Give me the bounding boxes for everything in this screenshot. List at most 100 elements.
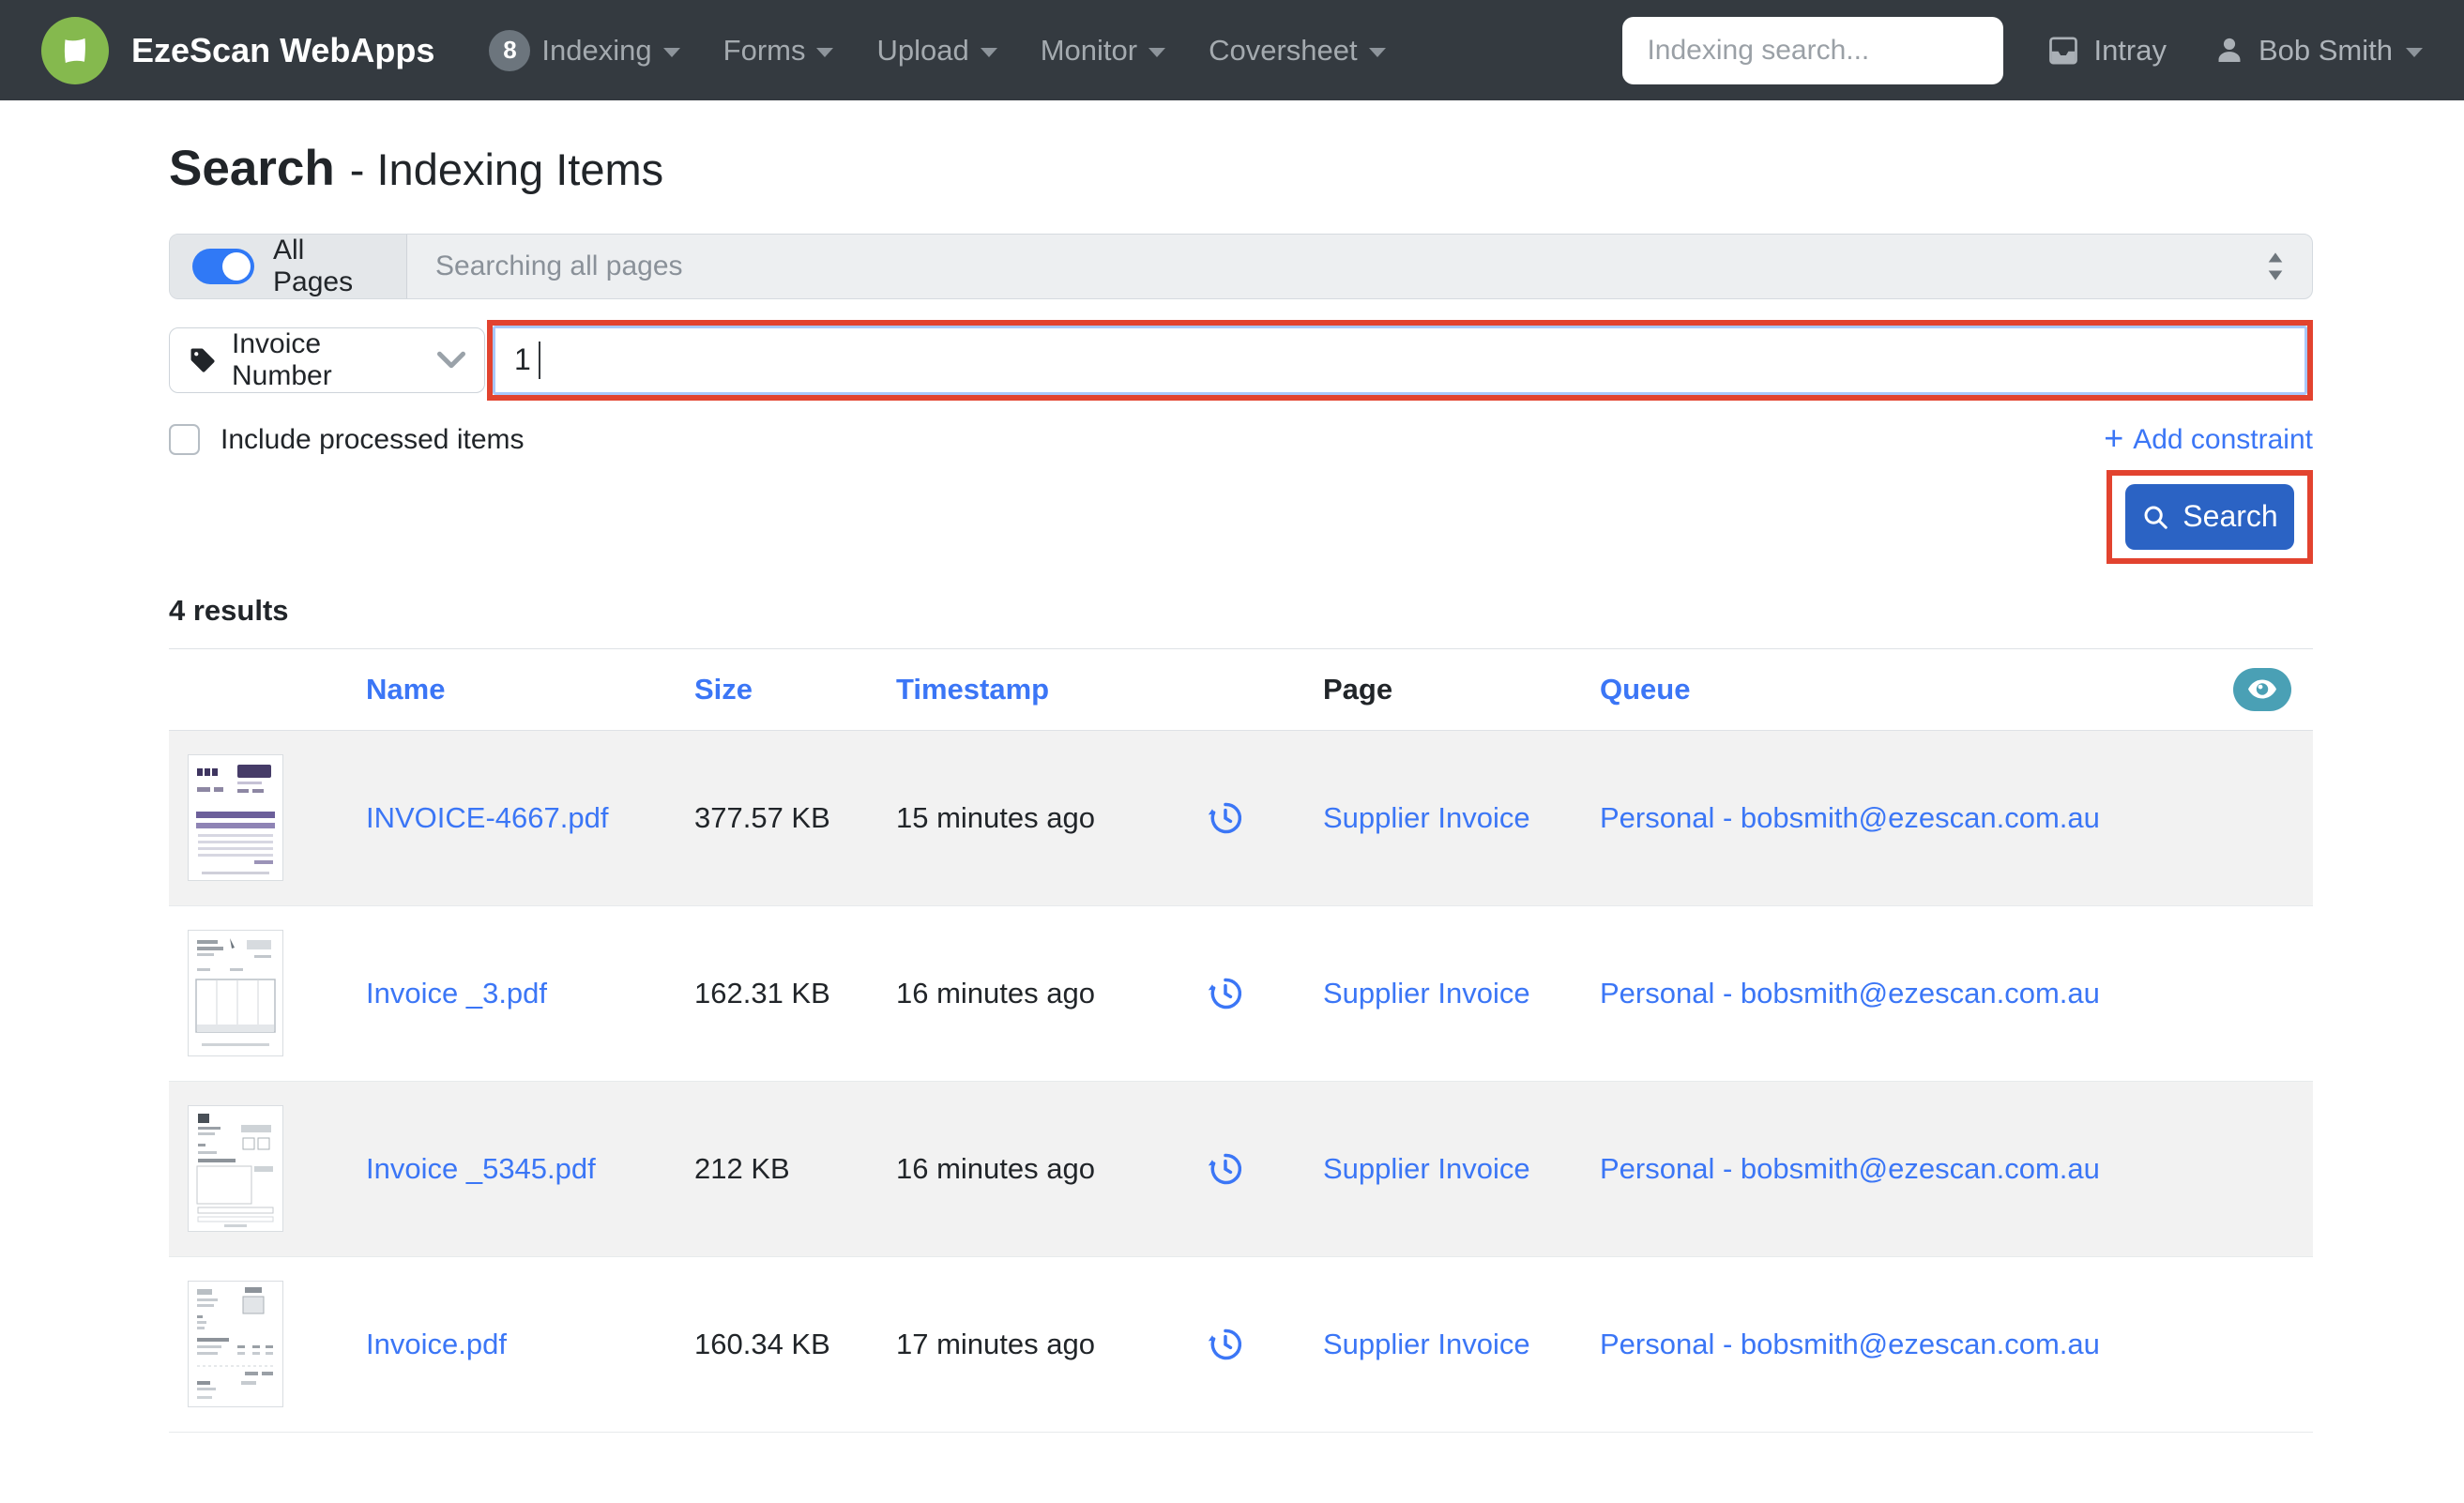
file-timestamp: 15 minutes ago xyxy=(896,800,1095,834)
menu-monitor[interactable]: Monitor xyxy=(1040,33,1166,68)
page-link[interactable]: Supplier Invoice xyxy=(1323,1328,1600,1361)
field-selector[interactable]: Invoice Number xyxy=(169,326,485,393)
search-button-annotation-box: Search xyxy=(2107,469,2313,564)
file-size: 162.31 KB xyxy=(694,976,830,1010)
col-header-page: Page xyxy=(1323,672,1393,706)
page-link[interactable]: Supplier Invoice xyxy=(1323,801,1600,835)
file-name-link[interactable]: INVOICE-4667.pdf xyxy=(366,801,694,835)
intray-link[interactable]: Intray xyxy=(2046,34,2167,68)
menu-indexing-label: Indexing xyxy=(541,33,652,67)
caret-down-icon xyxy=(980,48,997,57)
file-name-link[interactable]: Invoice _3.pdf xyxy=(366,977,694,1010)
file-timestamp: 16 minutes ago xyxy=(896,976,1095,1010)
file-timestamp: 17 minutes ago xyxy=(896,1327,1095,1360)
include-processed-group: Include processed items xyxy=(169,424,525,456)
add-constraint-link[interactable]: + Add constraint xyxy=(2104,418,2313,458)
user-menu[interactable]: Bob Smith xyxy=(2213,34,2423,68)
all-pages-addon: All Pages xyxy=(170,234,407,298)
caret-down-icon xyxy=(816,48,834,57)
indexing-count-badge: 8 xyxy=(489,29,531,71)
text-cursor xyxy=(539,341,540,379)
plus-icon: + xyxy=(2104,418,2124,458)
table-row: Invoice _5345.pdf 212 KB 16 minutes ago … xyxy=(169,1081,2313,1257)
caret-down-icon xyxy=(662,48,680,57)
results-table-header: Name Size Timestamp Page Queue xyxy=(169,649,2313,731)
search-button-label: Search xyxy=(2183,499,2278,534)
eye-icon xyxy=(2248,679,2276,699)
page-link[interactable]: Supplier Invoice xyxy=(1323,977,1600,1010)
table-row: Invoice.pdf 160.34 KB 17 minutes ago Sup… xyxy=(169,1257,2313,1433)
col-header-timestamp[interactable]: Timestamp xyxy=(896,673,1206,706)
navbar-right: Intray Bob Smith xyxy=(2046,34,2423,68)
file-size: 160.34 KB xyxy=(694,1327,830,1360)
file-name-link[interactable]: Invoice.pdf xyxy=(366,1328,694,1361)
history-icon[interactable] xyxy=(1206,1149,1323,1189)
all-pages-label: All Pages xyxy=(273,234,354,297)
search-button[interactable]: Search xyxy=(2125,483,2294,550)
indexing-search-input[interactable] xyxy=(1622,16,2004,84)
page-scope-bar: All Pages Searching all pages xyxy=(169,233,2313,299)
include-processed-label: Include processed items xyxy=(221,423,525,455)
invoice-thumbnail[interactable] xyxy=(188,930,283,1057)
file-name-link[interactable]: Invoice _5345.pdf xyxy=(366,1152,694,1186)
file-timestamp: 16 minutes ago xyxy=(896,1151,1095,1185)
query-input-annotation-box xyxy=(487,319,2313,401)
queue-link[interactable]: Personal - bobsmith@ezescan.com.au xyxy=(1600,801,2233,835)
search-criteria-row: Invoice Number xyxy=(169,319,2313,401)
menu-indexing[interactable]: 8 Indexing xyxy=(489,29,680,71)
ezescan-logo-icon xyxy=(41,16,109,84)
results-count: 4 results xyxy=(169,593,289,627)
main-menu: 8 Indexing Forms Upload Monitor Covershe… xyxy=(489,29,1386,71)
top-navbar: EzeScan WebApps 8 Indexing Forms Upload … xyxy=(0,0,2464,100)
toggle-thumbnails-button[interactable] xyxy=(2233,667,2291,711)
menu-coversheet[interactable]: Coversheet xyxy=(1209,34,1386,68)
user-name: Bob Smith xyxy=(2258,33,2393,67)
caret-down-icon xyxy=(1148,48,1166,57)
queue-link[interactable]: Personal - bobsmith@ezescan.com.au xyxy=(1600,1152,2233,1186)
invoice-thumbnail[interactable] xyxy=(188,754,283,882)
field-selector-value: Invoice Number xyxy=(232,327,332,391)
table-row: INVOICE-4667.pdf 377.57 KB 15 minutes ag… xyxy=(169,730,2313,906)
search-icon xyxy=(2144,506,2168,529)
menu-monitor-label: Monitor xyxy=(1040,33,1138,67)
chevron-down-icon xyxy=(437,352,465,369)
person-icon xyxy=(2218,38,2241,62)
page-scope-select[interactable]: Searching all pages xyxy=(407,235,2312,298)
page-title: Search - Indexing Items xyxy=(169,141,2313,198)
col-header-name[interactable]: Name xyxy=(366,673,694,706)
table-row: Invoice _3.pdf 162.31 KB 16 minutes ago … xyxy=(169,906,2313,1082)
history-icon[interactable] xyxy=(1206,974,1323,1013)
col-header-queue[interactable]: Queue xyxy=(1600,673,2233,706)
all-pages-toggle[interactable] xyxy=(192,248,254,284)
queue-link[interactable]: Personal - bobsmith@ezescan.com.au xyxy=(1600,1328,2233,1361)
page-link[interactable]: Supplier Invoice xyxy=(1323,1152,1600,1186)
page-scope-value: Searching all pages xyxy=(435,250,683,281)
file-size: 212 KB xyxy=(694,1151,790,1185)
col-header-size[interactable]: Size xyxy=(694,673,896,706)
menu-coversheet-label: Coversheet xyxy=(1209,33,1358,67)
queue-link[interactable]: Personal - bobsmith@ezescan.com.au xyxy=(1600,977,2233,1010)
brand-link[interactable]: EzeScan WebApps xyxy=(41,16,434,84)
history-icon[interactable] xyxy=(1206,798,1323,838)
main-content: Search - Indexing Items All Pages Search… xyxy=(169,100,2313,1433)
menu-forms-label: Forms xyxy=(722,33,806,67)
caret-down-icon xyxy=(2406,48,2423,57)
include-processed-checkbox[interactable] xyxy=(169,424,200,456)
file-size: 377.57 KB xyxy=(694,800,830,834)
tag-icon xyxy=(190,348,215,372)
page-title-secondary: - Indexing Items xyxy=(349,144,664,194)
menu-forms[interactable]: Forms xyxy=(723,34,834,68)
intray-label: Intray xyxy=(2093,33,2167,67)
options-row: Include processed items + Add constraint xyxy=(169,418,2313,458)
inbox-tray-icon xyxy=(2049,36,2078,65)
invoice-thumbnail[interactable] xyxy=(188,1105,283,1233)
history-icon[interactable] xyxy=(1206,1325,1323,1364)
menu-upload-label: Upload xyxy=(876,33,969,67)
invoice-thumbnail[interactable] xyxy=(188,1281,283,1408)
results-table: Name Size Timestamp Page Queue INVOICE-4… xyxy=(169,647,2313,1433)
sort-arrows-icon xyxy=(2268,252,2283,281)
menu-upload[interactable]: Upload xyxy=(876,33,997,68)
page-title-primary: Search xyxy=(169,141,335,196)
invoice-number-input[interactable] xyxy=(493,325,2307,395)
add-constraint-label: Add constraint xyxy=(2133,423,2313,455)
